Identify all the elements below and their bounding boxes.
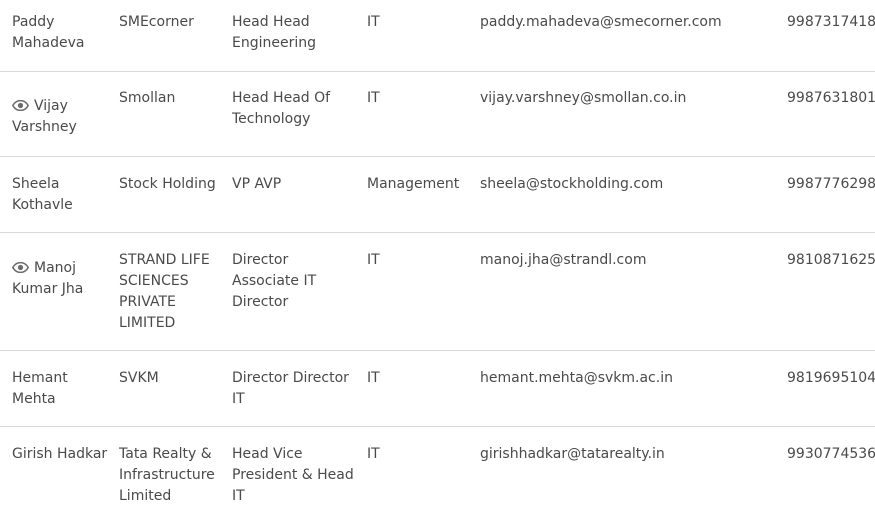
department-cell: IT	[367, 90, 380, 106]
company-cell: SVKM	[119, 370, 159, 386]
phone-cell[interactable]: 9987317418	[787, 12, 875, 33]
table-row[interactable]: Hemant Mehta SVKM Director Director IT I…	[0, 351, 875, 427]
table-row[interactable]: Manoj Kumar Jha STRAND LIFE SCIENCES PRI…	[0, 233, 875, 351]
table-row[interactable]: Paddy Mahadeva SMEcorner Head Head Engin…	[0, 0, 875, 72]
table-row[interactable]: Sheela Kothavle Stock Holding VP AVP Man…	[0, 157, 875, 233]
department-cell: IT	[367, 14, 380, 30]
contact-name[interactable]: Vijay Varshney	[11, 96, 110, 138]
company-cell: Tata Realty & Infrastructure Limited	[119, 446, 215, 504]
contact-name-text: Paddy Mahadeva	[12, 14, 85, 51]
eye-icon[interactable]	[11, 259, 30, 274]
contact-name-text: Sheela Kothavle	[12, 176, 73, 213]
table-row[interactable]: Vijay Varshney Smollan Head Head Of Tech…	[0, 72, 875, 157]
email-cell[interactable]: hemant.mehta@svkm.ac.in	[480, 368, 780, 389]
job-title-cell: Head Head Of Technology	[232, 90, 331, 127]
phone-cell[interactable]: 9819695104	[787, 368, 875, 389]
phone-cell[interactable]: 9987631801	[787, 88, 875, 109]
table-row[interactable]: Girish Hadkar Tata Realty & Infrastructu…	[0, 427, 875, 509]
contact-name[interactable]: Hemant Mehta	[12, 368, 110, 410]
contact-name-text: Girish Hadkar	[12, 446, 108, 462]
job-title-cell: Head Head Engineering	[232, 14, 316, 51]
department-cell: IT	[367, 370, 380, 386]
department-cell: IT	[367, 446, 380, 462]
contact-name-text: Hemant Mehta	[12, 370, 68, 407]
department-cell: IT	[367, 252, 380, 268]
email-cell[interactable]: paddy.mahadeva@smecorner.com	[480, 12, 780, 33]
contact-name[interactable]: Sheela Kothavle	[12, 174, 110, 216]
contact-name[interactable]: Girish Hadkar	[12, 444, 110, 465]
email-cell[interactable]: sheela@stockholding.com	[480, 174, 780, 195]
phone-cell[interactable]: 9810871625	[787, 250, 875, 271]
company-cell: STRAND LIFE SCIENCES PRIVATE LIMITED	[119, 252, 210, 331]
email-cell[interactable]: manoj.jha@strandl.com	[480, 250, 780, 271]
contact-name[interactable]: Manoj Kumar Jha	[11, 258, 110, 300]
job-title-cell: Head Vice President & Head IT	[232, 446, 354, 504]
job-title-cell: Director Associate IT Director	[232, 252, 317, 310]
email-cell[interactable]: girishhadkar@tatarealty.in	[480, 444, 780, 465]
phone-cell[interactable]: 9987776298	[787, 174, 875, 195]
department-cell: Management	[367, 176, 460, 192]
company-cell: Smollan	[119, 90, 176, 106]
email-cell[interactable]: vijay.varshney@smollan.co.in	[480, 88, 780, 109]
eye-icon[interactable]	[11, 97, 30, 112]
contact-name[interactable]: Paddy Mahadeva	[12, 12, 110, 54]
job-title-cell: Director Director IT	[232, 370, 349, 407]
company-cell: Stock Holding	[119, 176, 216, 192]
phone-cell[interactable]: 9930774536	[787, 444, 875, 465]
company-cell: SMEcorner	[119, 14, 194, 30]
contacts-table: Paddy Mahadeva SMEcorner Head Head Engin…	[0, 0, 875, 509]
job-title-cell: VP AVP	[232, 176, 282, 192]
